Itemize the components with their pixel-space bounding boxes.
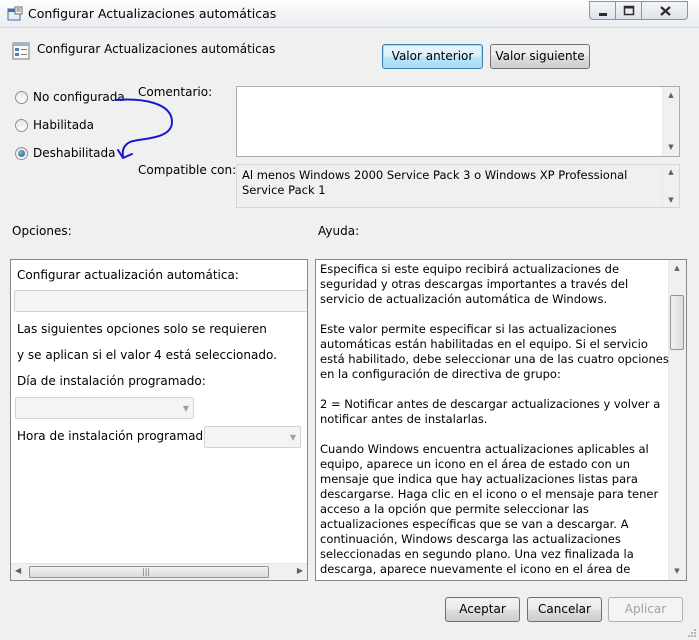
comment-scrollbar[interactable]: ▲ ▼ (662, 87, 679, 156)
help-scrollbar[interactable]: ▲ ▼ (668, 260, 686, 580)
scroll-right-icon[interactable]: ▶ (297, 566, 303, 575)
radio-disabled-circle[interactable] (15, 147, 28, 160)
comment-label: Comentario: (138, 85, 213, 99)
scroll-up-icon[interactable]: ▲ (663, 87, 679, 104)
cancel-button[interactable]: Cancelar (527, 597, 602, 622)
help-header: Ayuda: (318, 224, 360, 238)
configure-update-select[interactable] (14, 290, 307, 312)
options-hscrollbar[interactable]: ◀ ||| ▶ (11, 563, 307, 580)
scroll-down-icon[interactable]: ▼ (663, 139, 679, 156)
scroll-down-icon[interactable]: ▼ (663, 193, 679, 207)
supported-on-value: Al menos Windows 2000 Service Pack 3 o W… (242, 168, 628, 197)
setting-icon (12, 42, 30, 60)
help-paragraph: Este valor permite especificar si las ac… (320, 322, 669, 381)
install-day-label: Día de instalación programado: (17, 374, 206, 388)
setting-name: Configurar Actualizaciones automáticas (37, 42, 276, 56)
hscroll-thumb[interactable]: ||| (29, 566, 269, 578)
install-time-label: Hora de instalación programada: (17, 429, 215, 443)
scroll-left-icon[interactable]: ◀ (15, 566, 21, 575)
options-panel: Configurar actualización automática: Las… (10, 259, 308, 581)
help-text: Especifica si este equipo recibirá actua… (320, 262, 670, 579)
maximize-button[interactable] (615, 1, 642, 20)
close-button[interactable] (641, 1, 688, 20)
supported-scrollbar[interactable]: ▲ ▼ (662, 165, 679, 207)
install-day-select[interactable]: ▼ (15, 397, 194, 419)
radio-not-configured-circle[interactable] (15, 91, 28, 104)
annotation-arrow (115, 98, 174, 159)
help-paragraph: Especifica si este equipo recibirá actua… (320, 262, 629, 306)
options-header: Opciones: (12, 224, 72, 238)
radio-enabled-circle[interactable] (15, 119, 28, 132)
radio-disabled-label[interactable]: Deshabilitada (33, 146, 115, 160)
help-paragraph: Cuando Windows encuentra actualizaciones… (320, 442, 659, 579)
previous-setting-button[interactable]: Valor anterior (382, 44, 483, 69)
apply-button[interactable]: Aplicar (608, 597, 683, 622)
policy-dialog: Configurar Actualizaciones automáticas C… (0, 0, 699, 640)
ok-button[interactable]: Aceptar (445, 597, 520, 622)
minimize-icon (599, 13, 607, 16)
maximize-icon (623, 5, 635, 16)
radio-enabled-label[interactable]: Habilitada (33, 118, 94, 132)
options-note-line1: Las siguientes opciones solo se requiere… (17, 322, 267, 336)
comment-textarea[interactable]: ▲ ▼ (236, 86, 680, 157)
chevron-down-icon[interactable]: ▼ (290, 433, 296, 442)
policy-window-icon (7, 6, 23, 22)
window-title: Configurar Actualizaciones automáticas (28, 6, 277, 21)
options-note-line2: y se aplican si el valor 4 está seleccio… (17, 348, 277, 362)
resize-grip-icon[interactable] (685, 626, 697, 638)
chevron-down-icon[interactable]: ▼ (183, 404, 189, 413)
configure-update-label: Configurar actualización automática: (17, 268, 239, 282)
scroll-down-icon[interactable]: ▼ (669, 563, 685, 580)
install-time-select[interactable]: ▼ (204, 426, 301, 448)
next-setting-button[interactable]: Valor siguiente (490, 44, 590, 69)
close-icon (660, 6, 671, 16)
supported-on-label: Compatible con: (138, 163, 237, 177)
help-scroll-thumb[interactable] (670, 295, 684, 350)
scroll-up-icon[interactable]: ▲ (663, 165, 679, 179)
help-paragraph: 2 = Notificar antes de descargar actuali… (320, 397, 661, 426)
minimize-button[interactable] (589, 1, 616, 20)
title-bar[interactable]: Configurar Actualizaciones automáticas (0, 0, 699, 28)
supported-on-box: Al menos Windows 2000 Service Pack 3 o W… (236, 164, 680, 208)
scroll-up-icon[interactable]: ▲ (669, 260, 685, 277)
